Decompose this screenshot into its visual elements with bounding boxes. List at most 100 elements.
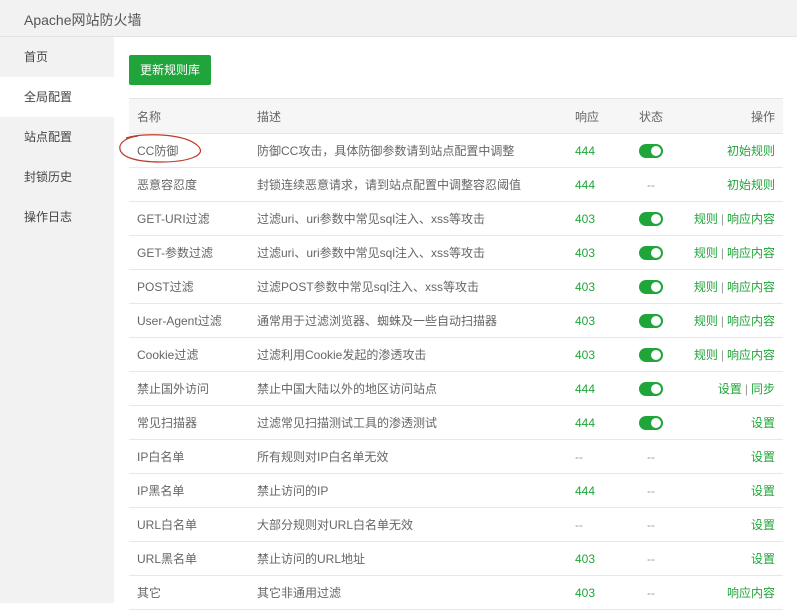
sidebar-item-2[interactable]: 站点配置 (0, 117, 114, 157)
sidebar-item-1[interactable]: 全局配置 (0, 77, 114, 117)
update-rules-button[interactable]: 更新规则库 (129, 55, 211, 85)
ops-link[interactable]: 设置 (751, 484, 775, 498)
toggle-knob (651, 349, 661, 360)
rule-ops: 设置 | 同步 (681, 371, 783, 406)
status-dash: -- (647, 517, 655, 532)
ops-link[interactable]: 规则 (694, 314, 718, 328)
rule-name: IP黑名单 (129, 473, 249, 508)
rule-response-code: 403 (567, 303, 621, 338)
status-toggle[interactable] (639, 245, 663, 260)
rule-description: 禁止访问的URL地址 (249, 541, 567, 576)
rule-ops: 设置 (681, 507, 783, 542)
rule-description: 过滤uri、uri参数中常见sql注入、xss等攻击 (249, 235, 567, 270)
ops-link[interactable]: 同步 (751, 382, 775, 396)
status-toggle[interactable] (639, 211, 663, 226)
rule-description: 通常用于过滤浏览器、蜘蛛及一些自动扫描器 (249, 303, 567, 338)
table-row: CC防御 防御CC攻击，具体防御参数请到站点配置中调整 444 初始规则 (129, 133, 783, 168)
table-row: 其它 其它非通用过滤 403 -- 响应内容 (129, 575, 783, 610)
status-toggle[interactable] (639, 313, 663, 328)
rule-description: 其它非通用过滤 (249, 575, 567, 610)
ops-separator: | (720, 280, 724, 294)
rule-response-code: 403 (567, 269, 621, 304)
rule-ops: 初始规则 (681, 133, 783, 168)
ops-link[interactable]: 响应内容 (727, 348, 775, 362)
rule-response-code: 403 (567, 201, 621, 236)
rule-ops: 规则 | 响应内容 (681, 235, 783, 270)
rule-status (621, 303, 681, 338)
sidebar-item-4[interactable]: 操作日志 (0, 197, 114, 237)
rule-ops: 规则 | 响应内容 (681, 201, 783, 236)
header-desc: 描述 (249, 98, 567, 134)
ops-link[interactable]: 规则 (694, 212, 718, 226)
rule-status (621, 405, 681, 440)
ops-link[interactable]: 响应内容 (727, 314, 775, 328)
ops-link[interactable]: 初始规则 (727, 178, 775, 192)
table-row: 恶意容忍度 封锁连续恶意请求，请到站点配置中调整容忍阈值 444 -- 初始规则 (129, 167, 783, 202)
table-row: URL白名单 大部分规则对URL白名单无效 -- -- 设置 (129, 507, 783, 542)
rule-status (621, 337, 681, 372)
ops-separator: | (720, 212, 724, 226)
ops-link[interactable]: 响应内容 (727, 280, 775, 294)
ops-link[interactable]: 规则 (694, 280, 718, 294)
rule-description: 过滤POST参数中常见sql注入、xss等攻击 (249, 269, 567, 304)
toggle-knob (651, 247, 661, 258)
ops-link[interactable]: 规则 (694, 246, 718, 260)
status-toggle[interactable] (639, 279, 663, 294)
rule-response-code: -- (567, 507, 621, 542)
rule-ops: 初始规则 (681, 167, 783, 202)
ops-link[interactable]: 响应内容 (727, 586, 775, 600)
status-dash: -- (647, 551, 655, 566)
rule-status: -- (621, 541, 681, 576)
rule-response-code: 403 (567, 235, 621, 270)
header-ops: 操作 (681, 98, 783, 134)
sidebar: 首页 全局配置 站点配置 封锁历史 操作日志 (0, 37, 114, 603)
rule-description: 过滤利用Cookie发起的渗透攻击 (249, 337, 567, 372)
sidebar-item-3[interactable]: 封锁历史 (0, 157, 114, 197)
status-toggle[interactable] (639, 381, 663, 396)
rule-ops: 设置 (681, 439, 783, 474)
table-row: IP黑名单 禁止访问的IP 444 -- 设置 (129, 473, 783, 508)
ops-separator: | (720, 246, 724, 260)
rule-name: POST过滤 (129, 269, 249, 304)
table-row: 常见扫描器 过滤常见扫描测试工具的渗透测试 444 设置 (129, 405, 783, 440)
rule-status (621, 371, 681, 406)
table-row: GET-URI过滤 过滤uri、uri参数中常见sql注入、xss等攻击 403 规则… (129, 201, 783, 236)
hand-drawn-circle-annotation (119, 134, 201, 163)
ops-link[interactable]: 初始规则 (727, 144, 775, 158)
table-row: User-Agent过滤 通常用于过滤浏览器、蜘蛛及一些自动扫描器 403 规则 | 响应… (129, 303, 783, 338)
status-toggle[interactable] (639, 143, 663, 158)
rule-ops: 规则 | 响应内容 (681, 337, 783, 372)
rule-name: GET-参数过滤 (129, 235, 249, 270)
rules-table: 名称 描述 响应 状态 操作 CC防御 防御CC攻击，具体防御参数请到站点配置中调… (129, 98, 783, 610)
ops-separator: | (720, 314, 724, 328)
rule-status: -- (621, 167, 681, 202)
status-toggle[interactable] (639, 415, 663, 430)
toggle-knob (651, 145, 661, 156)
ops-link[interactable]: 设置 (718, 382, 742, 396)
table-row: 禁止国外访问 禁止中国大陆以外的地区访问站点 444 设置 | 同步 (129, 371, 783, 406)
rule-description: 大部分规则对URL白名单无效 (249, 507, 567, 542)
rule-response-code: 403 (567, 337, 621, 372)
ops-link[interactable]: 响应内容 (727, 246, 775, 260)
ops-link[interactable]: 设置 (751, 518, 775, 532)
rule-name: URL白名单 (129, 507, 249, 542)
ops-link[interactable]: 响应内容 (727, 212, 775, 226)
rule-name: 常见扫描器 (129, 405, 249, 440)
rule-response-code: -- (567, 439, 621, 474)
rule-response-code: 444 (567, 133, 621, 168)
toggle-knob (651, 281, 661, 292)
status-toggle[interactable] (639, 347, 663, 362)
ops-separator: | (720, 348, 724, 362)
ops-link[interactable]: 设置 (751, 552, 775, 566)
rule-status: -- (621, 507, 681, 542)
sidebar-item-0[interactable]: 首页 (0, 37, 114, 77)
ops-link[interactable]: 设置 (751, 416, 775, 430)
ops-link[interactable]: 设置 (751, 450, 775, 464)
rule-status (621, 269, 681, 304)
rule-ops: 响应内容 (681, 575, 783, 610)
ops-link[interactable]: 规则 (694, 348, 718, 362)
table-row: Cookie过滤 过滤利用Cookie发起的渗透攻击 403 规则 | 响应内容 (129, 337, 783, 372)
header-code: 响应 (567, 98, 621, 134)
toggle-knob (651, 383, 661, 394)
table-row: URL黑名单 禁止访问的URL地址 403 -- 设置 (129, 541, 783, 576)
